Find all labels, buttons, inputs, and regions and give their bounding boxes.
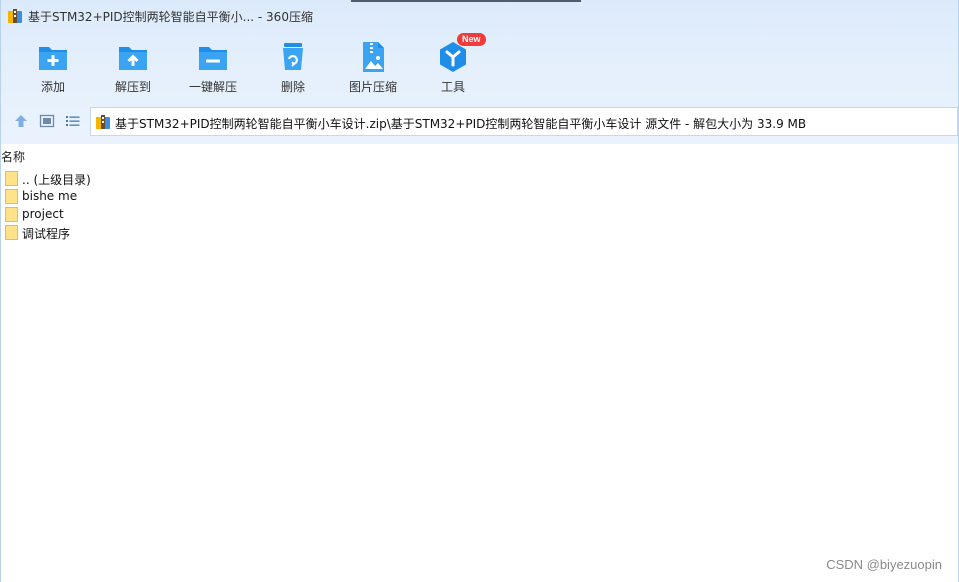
watermark: CSDN @biyezuopin bbox=[826, 557, 942, 572]
header: 基于STM32+PID控制两轮智能自平衡小... - 360压缩 添加 解压到 bbox=[1, 0, 958, 144]
delete-icon bbox=[283, 43, 303, 70]
file-list: .. (上级目录) bishe me project 调试程序 bbox=[5, 170, 125, 242]
folder-icon bbox=[5, 171, 18, 186]
image-compress-button[interactable]: 图片压缩 bbox=[333, 36, 413, 100]
list-item[interactable]: project bbox=[5, 206, 125, 224]
file-name: 调试程序 bbox=[22, 227, 71, 241]
navigation-row: 基于STM32+PID控制两轮智能自平衡小车设计.zip\基于STM32+PID… bbox=[1, 107, 958, 136]
one-click-extract-button[interactable]: 一键解压 bbox=[173, 36, 253, 100]
delete-button[interactable]: 删除 bbox=[253, 36, 333, 100]
address-path: 基于STM32+PID控制两轮智能自平衡小车设计.zip\基于STM32+PID… bbox=[115, 117, 807, 131]
folder-icon bbox=[5, 207, 18, 222]
app-window: 基于STM32+PID控制两轮智能自平衡小... - 360压缩 添加 解压到 bbox=[0, 0, 959, 582]
list-item[interactable]: 调试程序 bbox=[5, 224, 125, 242]
list-item-parent-directory[interactable]: .. (上级目录) bbox=[5, 170, 125, 188]
folder-icon bbox=[5, 225, 18, 240]
up-arrow-icon[interactable] bbox=[13, 113, 29, 129]
image-compress-label: 图片压缩 bbox=[348, 80, 397, 94]
address-bar[interactable]: 基于STM32+PID控制两轮智能自平衡小车设计.zip\基于STM32+PID… bbox=[90, 107, 958, 136]
archive-app-icon bbox=[8, 9, 22, 23]
archive-file-icon bbox=[96, 115, 110, 129]
extract-to-label: 解压到 bbox=[114, 80, 151, 94]
add-label: 添加 bbox=[40, 80, 65, 94]
add-icon bbox=[39, 47, 67, 70]
file-name: bishe me bbox=[22, 189, 78, 203]
thumbnail-view-icon[interactable] bbox=[39, 113, 55, 129]
file-name: .. (上级目录) bbox=[22, 173, 91, 187]
one-click-extract-label: 一键解压 bbox=[188, 80, 237, 94]
list-item[interactable]: bishe me bbox=[5, 188, 125, 206]
window-title: 基于STM32+PID控制两轮智能自平衡小... - 360压缩 bbox=[28, 10, 313, 24]
folder-icon bbox=[5, 189, 18, 204]
extract-to-button[interactable]: 解压到 bbox=[93, 36, 173, 100]
add-button[interactable]: 添加 bbox=[13, 36, 93, 100]
one-click-extract-icon bbox=[199, 47, 227, 70]
extract-to-icon bbox=[119, 47, 147, 70]
tools-label: 工具 bbox=[440, 80, 465, 94]
toolbar: 添加 解压到 一键解压 删除 图片压缩 工具 New bbox=[1, 33, 601, 100]
list-view-icon[interactable] bbox=[65, 113, 81, 129]
column-header-name[interactable]: 名称 bbox=[1, 148, 25, 165]
delete-label: 删除 bbox=[280, 80, 305, 94]
file-name: project bbox=[22, 207, 64, 221]
new-badge: New bbox=[457, 33, 486, 46]
title-bar-edge bbox=[351, 0, 581, 2]
title-bar: 基于STM32+PID控制两轮智能自平衡小... - 360压缩 bbox=[1, 0, 958, 32]
image-compress-icon bbox=[363, 42, 384, 72]
